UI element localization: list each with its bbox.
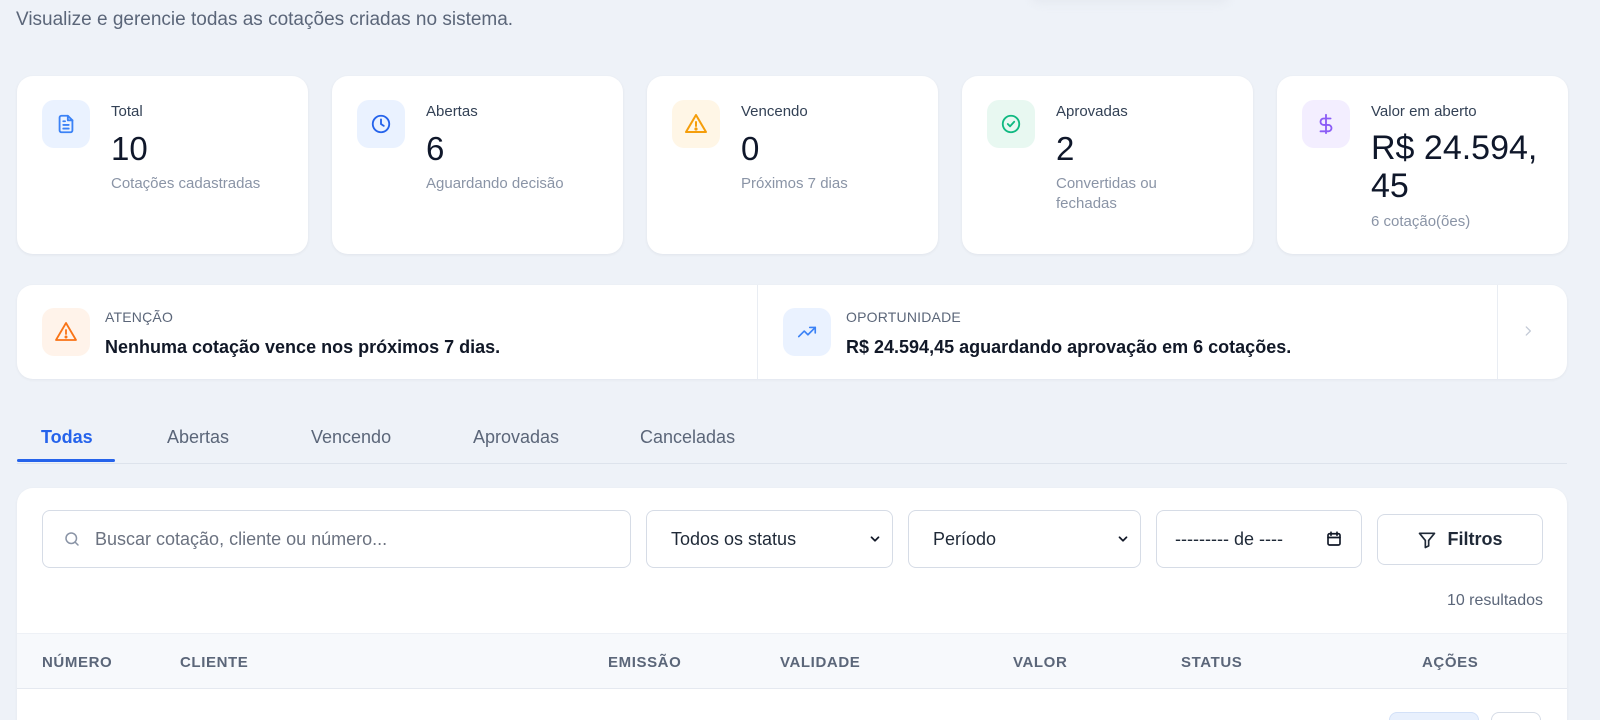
stat-label: Abertas: [426, 103, 478, 120]
calendar-icon[interactable]: [1325, 530, 1343, 548]
stat-sub: Próximos 7 dias: [741, 175, 848, 192]
stat-card-abertas: Abertas 6 Aguardando decisão: [332, 76, 623, 254]
page-subtitle: Visualize e gerencie todas as cotações c…: [16, 9, 514, 30]
document-icon: [42, 100, 90, 148]
opportunity-kicker: OPORTUNIDADE: [846, 309, 961, 325]
opportunity-message: R$ 24.594,45 aguardando aprovação em 6 c…: [846, 337, 1292, 357]
stat-card-total: Total 10 Cotações cadastradas: [17, 76, 308, 254]
period-select-value: Período: [933, 528, 997, 549]
status-select-value: Todos os status: [671, 528, 797, 549]
warning-icon: [42, 308, 90, 356]
period-select[interactable]: Período: [908, 510, 1141, 568]
search-icon: [65, 532, 79, 546]
trending-up-icon: [783, 308, 831, 356]
column-header-cliente[interactable]: CLIENTE: [180, 654, 248, 671]
column-header-status[interactable]: STATUS: [1181, 654, 1242, 671]
insights-strip: ATENÇÃO Nenhuma cotação vence nos próxim…: [17, 285, 1567, 379]
month-input-value: --------- de ----: [1175, 528, 1283, 549]
search-placeholder: Buscar cotação, cliente ou número...: [95, 528, 388, 549]
row-action-button[interactable]: [1389, 712, 1479, 720]
column-header-emissao[interactable]: EMISSÃO: [608, 654, 681, 671]
stat-label: Total: [111, 103, 143, 120]
column-header-acoes: AÇÕES: [1422, 654, 1479, 671]
table-header: NÚMERO CLIENTE EMISSÃO VALIDADE VALOR ST…: [17, 633, 1567, 689]
warning-icon: [672, 100, 720, 148]
stat-card-valor-aberto: Valor em aberto R$ 24.594,45 6 cotação(õ…: [1277, 76, 1568, 254]
stat-value: 6: [426, 130, 445, 167]
stat-value: 2: [1056, 130, 1075, 167]
strip-divider: [757, 285, 758, 379]
tab-aprovadas[interactable]: Aprovadas: [473, 427, 559, 448]
column-header-validade[interactable]: VALIDADE: [780, 654, 860, 671]
check-circle-icon: [987, 100, 1035, 148]
tab-abertas[interactable]: Abertas: [167, 427, 229, 448]
stat-label: Valor em aberto: [1371, 103, 1477, 120]
stat-sub: Convertidas ou fechadas: [1056, 175, 1157, 212]
chevron-right-icon[interactable]: [1515, 318, 1541, 344]
stat-value: 0: [741, 130, 760, 167]
stat-label: Aprovadas: [1056, 103, 1128, 120]
clock-icon: [357, 100, 405, 148]
tab-todas[interactable]: Todas: [41, 427, 93, 448]
stat-sub: Cotações cadastradas: [111, 175, 261, 192]
stat-value: R$ 24.594,45: [1371, 129, 1538, 205]
status-select[interactable]: Todos os status: [646, 510, 893, 568]
stat-label: Vencendo: [741, 103, 808, 120]
tab-vencendo[interactable]: Vencendo: [311, 427, 391, 448]
strip-divider: [1497, 285, 1498, 379]
dollar-icon: [1302, 100, 1350, 148]
tab-canceladas[interactable]: Canceladas: [640, 427, 735, 448]
results-count: 10 resultados: [1446, 592, 1543, 609]
chevron-down-icon: [870, 536, 880, 542]
column-header-numero[interactable]: NÚMERO: [42, 654, 112, 671]
row-action-button[interactable]: [1491, 712, 1541, 720]
column-header-valor[interactable]: VALOR: [1013, 654, 1067, 671]
quotes-panel: Buscar cotação, cliente ou número... Tod…: [17, 488, 1567, 720]
stat-card-aprovadas: Aprovadas 2 Convertidas ou fechadas: [962, 76, 1253, 254]
header-shadow: [1030, 0, 1230, 4]
active-tab-indicator: [17, 459, 115, 462]
status-tabs: Todas Abertas Vencendo Aprovadas Cancela…: [17, 412, 1567, 464]
attention-kicker: ATENÇÃO: [105, 309, 174, 325]
month-input[interactable]: --------- de ----: [1156, 510, 1362, 568]
filters-button-label: Filtros: [1447, 529, 1503, 549]
stat-value: 10: [111, 130, 148, 167]
stats-cards: Total 10 Cotações cadastradas Abertas 6 …: [17, 76, 1568, 254]
filters-button[interactable]: Filtros: [1377, 514, 1543, 565]
stat-sub: 6 cotação(ões): [1371, 213, 1471, 230]
attention-message: Nenhuma cotação vence nos próximos 7 dia…: [105, 337, 501, 357]
stat-sub: Aguardando decisão: [426, 175, 564, 192]
stat-card-vencendo: Vencendo 0 Próximos 7 dias: [647, 76, 938, 254]
chevron-down-icon: [1118, 536, 1128, 542]
search-input[interactable]: Buscar cotação, cliente ou número...: [42, 510, 631, 568]
filter-icon: [1419, 532, 1436, 548]
